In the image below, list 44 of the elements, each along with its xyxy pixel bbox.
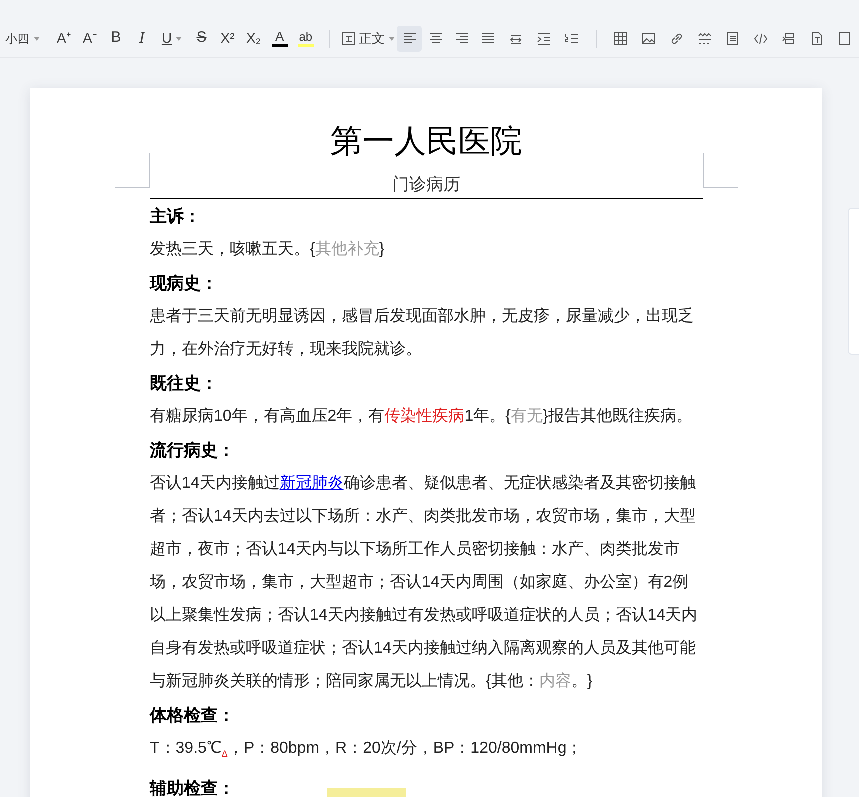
italic-button[interactable]: I — [129, 26, 156, 52]
strikethrough-button[interactable]: S — [188, 26, 215, 52]
link[interactable]: 新冠肺炎 — [280, 475, 344, 492]
section-heading: 流行病史： — [150, 440, 235, 462]
superscript-button[interactable]: X² — [214, 26, 241, 52]
font-color-button[interactable]: A — [266, 26, 293, 52]
align-center-icon — [428, 30, 444, 46]
indent-icon — [536, 30, 552, 46]
section-heading: 既往史： — [150, 373, 218, 395]
section-heading: 体格检查： — [150, 705, 235, 727]
paragraph-text: 发热三天，咳嗽五天。{其他补充} — [150, 240, 386, 260]
document-subtitle: 门诊病历 — [150, 173, 703, 199]
section-heading: 辅助检查： — [150, 778, 235, 797]
section-heading: 主诉： — [150, 206, 201, 228]
caret-icon — [176, 36, 182, 40]
align-right-icon — [454, 30, 470, 46]
align-left-icon — [402, 30, 418, 46]
underline-button[interactable]: U — [155, 26, 189, 52]
paragraph-text: 有糖尿病10年，有高血压2年，有传染性疾病1年。{有无}报告其他既往疾病。 — [150, 406, 694, 427]
justify-icon — [480, 30, 496, 46]
highlight-button[interactable]: ab — [292, 26, 319, 52]
font-grow-button[interactable]: A⁺ — [51, 26, 78, 52]
font-shrink-button[interactable]: A⁻ — [77, 26, 104, 52]
margin-corner-mark — [703, 153, 738, 188]
bold-button[interactable]: B — [103, 26, 130, 52]
table-icon — [613, 30, 630, 46]
caret-icon — [34, 36, 40, 40]
margin-corner-mark — [115, 153, 150, 188]
page-break-icon — [725, 30, 742, 46]
caret-icon — [389, 36, 396, 40]
paragraph-text: 患者于三天前无明显诱因，感冒后发现面部水肿，无皮疹，尿量减少，出现乏力，在外治疗无好转，现来我院就诊。 — [150, 306, 695, 360]
separator-icon — [697, 30, 714, 46]
section-heading: 现病史： — [150, 273, 218, 295]
subscript-button[interactable]: X₂ — [240, 26, 267, 52]
paragraph-style-dropdown[interactable]: 正文 — [340, 26, 398, 52]
paragraph-text: T：39.5℃$_{Δ}$，P：80bpm，R：20次/分，BP：120/80mmHg； — [150, 739, 584, 762]
align-left-button[interactable] — [397, 26, 422, 52]
control-icon — [781, 30, 798, 46]
checkbox-icon — [837, 30, 854, 46]
text-box-icon — [342, 32, 356, 46]
image-icon — [641, 30, 658, 46]
document-title: 第一人民医院 — [330, 122, 524, 161]
paragraph-text: 否认14天内接触过新冠肺炎确诊患者、疑似患者、无症状感染者及其密切接触者；否认14天内去过以下场所：水产、肉类批发市场，农贸市场，集市，大型超市，夜市；否认14天内与以下场所工作人员密切接触：水产、肉类批发市场，农贸市场，集市，大型超市；否认14天内周围（如家庭、办公室）有2例以上聚集性发病；否认14天内接触过有发热或呼吸道症状的人员；否认14天内自身有发热或呼吸道症状；否认14天内接触过纳入隔离观察的人员及其他可能与新冠肺炎关联的情形；陪同家属无以上情况。{其他：内容。} — [150, 474, 699, 692]
font-size-dropdown[interactable]: 小四 — [4, 26, 42, 52]
